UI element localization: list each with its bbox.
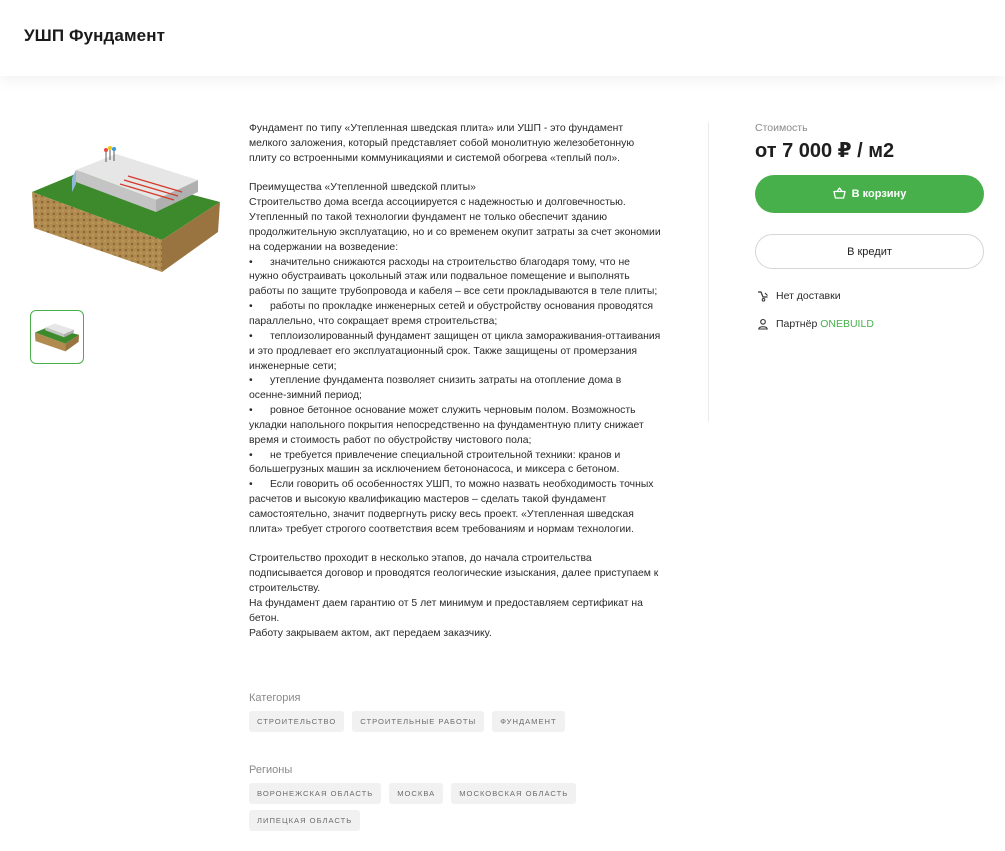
no-delivery-icon: [757, 290, 769, 302]
description-bullet: • работы по прокладке инженерных сетей и…: [249, 301, 654, 327]
category-label: Категория: [249, 692, 301, 704]
partner-link[interactable]: ONEBUILD: [820, 318, 874, 330]
delivery-text: Нет доставки: [776, 290, 841, 302]
description-bullet: • ровное бетонное основание может служит…: [249, 405, 644, 446]
description-bullet: • не требуется привлечение специальной с…: [249, 449, 621, 476]
product-thumbnail[interactable]: [30, 310, 84, 364]
region-tag[interactable]: воронежская область: [249, 783, 382, 804]
basket-icon: [833, 186, 846, 202]
region-tags: липецкая область: [249, 810, 361, 831]
person-icon: [757, 318, 769, 330]
region-tag[interactable]: липецкая область: [249, 810, 361, 831]
buy-on-credit-button[interactable]: В кредит: [755, 234, 984, 269]
price-label: Стоимость: [755, 122, 808, 134]
description-paragraph: Работу закрываем актом, акт передаем зак…: [249, 627, 492, 639]
description-paragraph: На фундамент даем гарантию от 5 лет мини…: [249, 598, 643, 624]
region-tags: воронежская область москва московская об…: [249, 783, 577, 804]
category-tags: строительство строительные работы фундам…: [249, 711, 565, 732]
credit-label: В кредит: [847, 245, 892, 258]
description-paragraph: Строительство проходит в несколько этапо…: [249, 553, 659, 595]
description-paragraph: Преимущества «Утепленной шведской плиты»: [249, 182, 476, 194]
description-bullet: • теплоизолированный фундамент защищен о…: [249, 330, 661, 372]
page-header: УШП Фундамент: [0, 0, 1005, 76]
product-main-image[interactable]: [28, 140, 224, 282]
category-tag[interactable]: строительство: [249, 711, 345, 732]
description-bullet: • Если говорить об особенностях УШП, то …: [249, 479, 654, 535]
category-tag[interactable]: строительные работы: [352, 711, 485, 732]
price-value: от 7 000 ₽ / м2: [755, 140, 895, 162]
regions-label: Регионы: [249, 764, 293, 776]
page-title: УШП Фундамент: [24, 26, 166, 45]
add-to-cart-label: В корзину: [851, 188, 907, 200]
region-tag[interactable]: московская область: [451, 783, 577, 804]
column-divider: [708, 122, 709, 422]
description-paragraph: Фундамент по типу «Утепленная шведская п…: [249, 123, 635, 164]
category-tag[interactable]: фундамент: [492, 711, 565, 732]
region-tag[interactable]: москва: [389, 783, 444, 804]
delivery-info: Нет доставки: [757, 290, 841, 302]
partner-info: Партнёр ONEBUILD: [757, 318, 874, 330]
description-bullet: • значительно снижаются расходы на строи…: [249, 256, 658, 298]
description-paragraph: Строительство дома всегда ассоциируется …: [249, 197, 661, 253]
product-description: Фундамент по типу «Утепленная шведская п…: [249, 122, 661, 642]
partner-prefix: Партнёр: [776, 318, 818, 330]
description-bullet: • утепление фундамента позволяет снизить…: [249, 375, 622, 402]
add-to-cart-button[interactable]: В корзину: [755, 175, 984, 213]
